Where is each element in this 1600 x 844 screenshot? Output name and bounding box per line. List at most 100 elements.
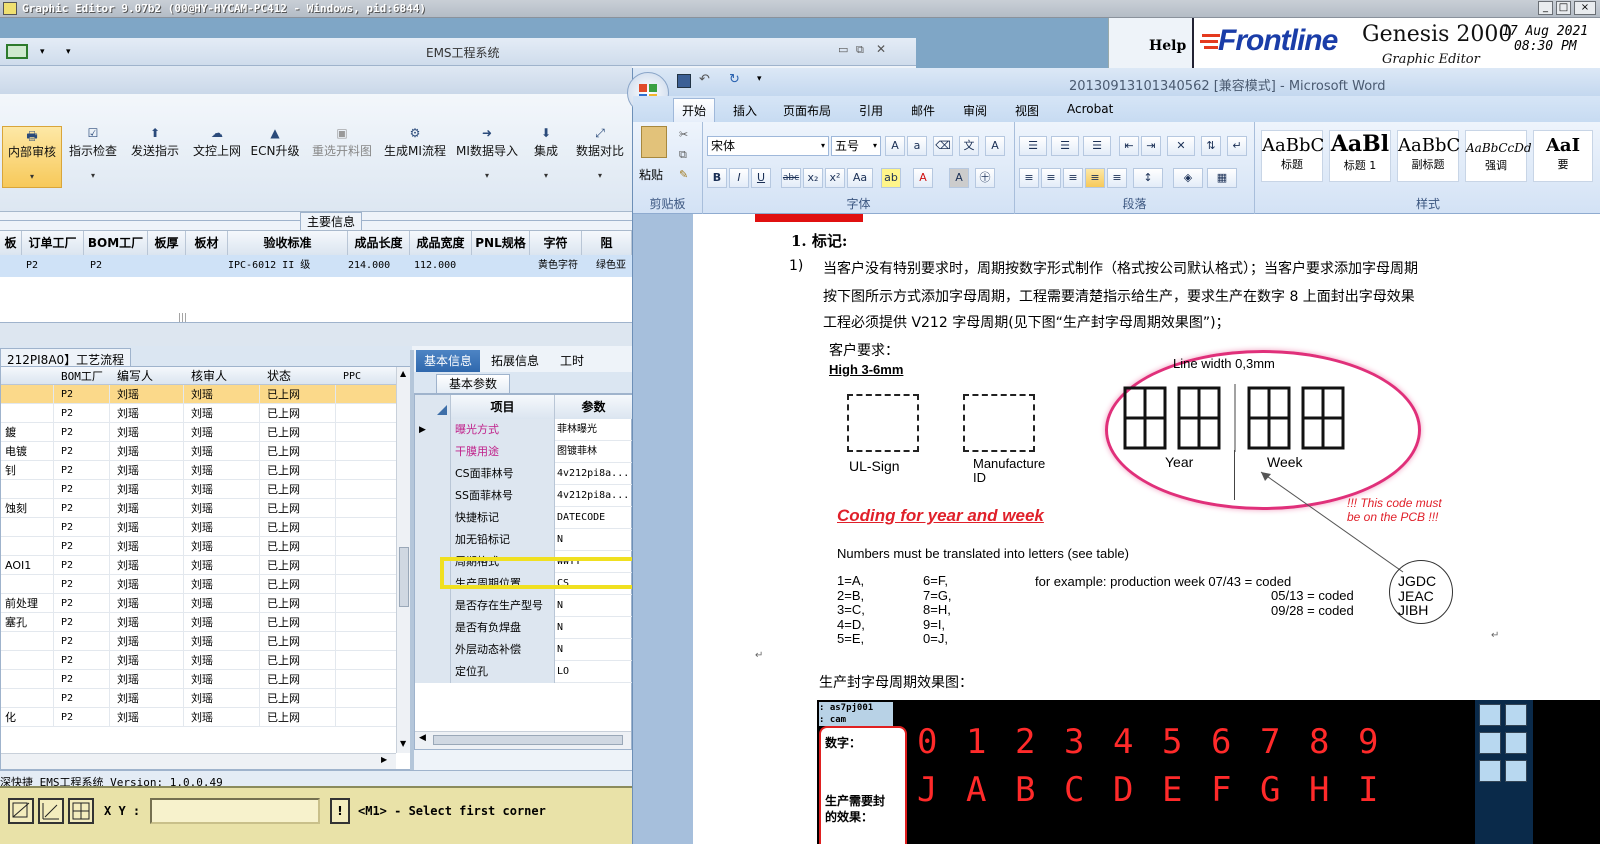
param-value[interactable]: DATECODE [555, 507, 633, 529]
scroll-left-icon[interactable]: ◀ [419, 733, 426, 743]
table-header[interactable]: 字符 [530, 231, 582, 255]
table-row[interactable]: 电镀 P2 刘瑶 刘瑶 已上网 [1, 442, 396, 461]
table-header[interactable]: 板 [0, 231, 22, 255]
horizontal-splitter[interactable] [0, 322, 632, 346]
zoom-area-icon[interactable] [8, 798, 34, 824]
row-selector[interactable] [415, 617, 451, 639]
table-row[interactable]: P2 刘瑶 刘瑶 已上网 [1, 670, 396, 689]
xy-input[interactable] [150, 798, 320, 824]
multilevel-list-icon[interactable]: ☰ [1083, 136, 1111, 156]
param-value[interactable]: 图镀菲林 [555, 441, 633, 463]
param-value[interactable]: 菲林曝光 [555, 419, 633, 441]
param-value[interactable]: N [555, 639, 633, 661]
qat-dropdown-icon[interactable]: ▾ [40, 47, 45, 57]
table-header[interactable]: 板厚 [148, 231, 186, 255]
row-selector[interactable] [415, 463, 451, 485]
param-row[interactable]: 是否有负焊盘 N [415, 617, 633, 639]
table-row[interactable]: P2 刘瑶 刘瑶 已上网 [1, 518, 396, 537]
tab-insert[interactable]: 插入 [733, 102, 757, 119]
shrink-font-icon[interactable]: a [907, 136, 927, 156]
qat-customize-icon[interactable]: ▾ [66, 47, 71, 57]
param-row[interactable]: CS面菲林号 4v212pi8a... [415, 463, 633, 485]
table-row[interactable]: 化 P2 刘瑶 刘瑶 已上网 [1, 708, 396, 727]
tab-mailings[interactable]: 邮件 [911, 102, 935, 119]
copy-icon[interactable]: ⧉ [679, 148, 687, 162]
scroll-right-icon[interactable]: ▶ [381, 755, 387, 764]
table-header[interactable]: 成品长度 [348, 231, 410, 255]
decrease-indent-icon[interactable]: ⇤ [1119, 136, 1139, 156]
table-header[interactable]: 板材 [186, 231, 228, 255]
clear-format-icon[interactable]: ⌫ [933, 136, 953, 156]
table-row[interactable]: P2 刘瑶 刘瑶 已上网 [1, 689, 396, 708]
align-left-icon[interactable]: ≡ [1019, 168, 1039, 188]
highlight-icon[interactable]: ab [881, 168, 901, 188]
toolbar-ecn-button[interactable]: ▲ ECN升级 [248, 126, 302, 188]
tab-work-hours[interactable]: 工时 [550, 350, 594, 372]
bullets-icon[interactable]: ☰ [1019, 136, 1047, 156]
toolbar-reselect-button[interactable]: ▣ 重选开料图 [306, 126, 378, 188]
param-row[interactable]: 外层动态补偿 N [415, 639, 633, 661]
toolbar-compare-button[interactable]: ⤢ 数据对比 ▾ [570, 126, 630, 188]
param-row[interactable]: 是否存在生产型号 N [415, 595, 633, 617]
font-size-select[interactable]: 五号 ▾ [831, 136, 881, 156]
table-row[interactable]: P2 刘瑶 刘瑶 已上网 [1, 385, 396, 404]
row-selector[interactable]: ▶ [415, 419, 451, 441]
table-header[interactable]: 订单工厂 [22, 231, 84, 255]
table-row[interactable]: P2 刘瑶 刘瑶 已上网 [1, 480, 396, 499]
vertical-scrollbar[interactable]: ▲ ▼ [396, 367, 411, 753]
table-header[interactable]: 阻 [582, 231, 632, 255]
param-row[interactable]: 干膜用途 图镀菲林 [415, 441, 633, 463]
paste-button[interactable]: 粘贴 [639, 166, 663, 183]
table-header[interactable]: PPC [343, 367, 361, 386]
borders-icon[interactable]: ▦ [1207, 168, 1237, 188]
scroll-down-icon[interactable]: ▼ [400, 739, 406, 748]
ems-restore-button[interactable]: ⧉ [856, 43, 864, 57]
font-name-select[interactable]: 宋体 ▾ [707, 136, 829, 156]
numbering-icon[interactable]: ☰ [1051, 136, 1079, 156]
align-center-icon[interactable]: ≡ [1041, 168, 1061, 188]
table-header[interactable]: 参数 [555, 395, 633, 419]
table-header[interactable]: 编写人 [117, 367, 153, 386]
toolbar-integrate-button[interactable]: ⬇ 集成 ▾ [526, 126, 566, 188]
style-subtitle[interactable]: AaBbC 副标题 [1397, 130, 1460, 182]
style-title[interactable]: AaBbC 标题 [1261, 130, 1324, 182]
param-row[interactable]: 加无铅标记 N [415, 529, 633, 551]
toolbar-mi-import-button[interactable]: ➜ MI数据导入 ▾ [452, 126, 522, 188]
style-strong[interactable]: AaI 要 [1533, 130, 1593, 182]
justify-icon[interactable]: ≡ [1085, 168, 1105, 188]
table-header[interactable]: PNL规格 [472, 231, 530, 255]
toolbar-doc-online-button[interactable]: ☁ 文控上网 [188, 126, 246, 188]
tab-references[interactable]: 引用 [859, 102, 883, 119]
tab-acrobat[interactable]: Acrobat [1067, 102, 1113, 116]
underline-icon[interactable]: U [751, 168, 771, 188]
increase-indent-icon[interactable]: ⇥ [1141, 136, 1161, 156]
paste-icon[interactable] [641, 126, 667, 158]
document-page[interactable]: 1. 标记: 1) 当客户没有特别要求时，周期按数字形式制作（格式按公司默认格式… [693, 214, 1600, 844]
tab-basic-params[interactable]: 基本参数 [436, 374, 510, 394]
table-row[interactable]: P2 刘瑶 刘瑶 已上网 [1, 651, 396, 670]
close-button[interactable]: × [1574, 1, 1596, 15]
table-row[interactable]: P2 P2 IPC-6012 II 级 214.000 112.000 黄色字符… [0, 255, 632, 277]
param-value[interactable]: N [555, 595, 633, 617]
change-case-icon[interactable]: Aa [847, 168, 873, 188]
toolbar-check-button[interactable]: ☑ 指示检查 ▾ [64, 126, 122, 188]
row-selector[interactable] [415, 639, 451, 661]
help-button[interactable]: Help [1149, 38, 1186, 54]
tab-page-layout[interactable]: 页面布局 [783, 102, 831, 119]
tab-view[interactable]: 视图 [1015, 102, 1039, 119]
table-row[interactable]: 钊 P2 刘瑶 刘瑶 已上网 [1, 461, 396, 480]
horizontal-scrollbar[interactable]: ▶ [1, 753, 396, 769]
table-row[interactable]: P2 刘瑶 刘瑶 已上网 [1, 575, 396, 594]
scroll-up-icon[interactable]: ▲ [400, 369, 406, 378]
phonetic-icon[interactable]: 文 [959, 136, 979, 156]
strikethrough-icon[interactable]: abc [781, 168, 801, 188]
save-icon[interactable] [677, 74, 691, 88]
enclose-char-icon[interactable]: ㊉ [975, 168, 995, 188]
align-right-icon[interactable]: ≡ [1063, 168, 1083, 188]
scroll-thumb[interactable] [399, 547, 409, 607]
param-row[interactable]: ▶ 曝光方式 菲林曝光 [415, 419, 633, 441]
style-emphasis[interactable]: AaBbCcDd 强调 [1465, 130, 1532, 182]
maximize-button[interactable]: □ [1556, 1, 1571, 15]
vertical-splitter[interactable] [410, 350, 414, 770]
italic-icon[interactable]: I [729, 168, 749, 188]
